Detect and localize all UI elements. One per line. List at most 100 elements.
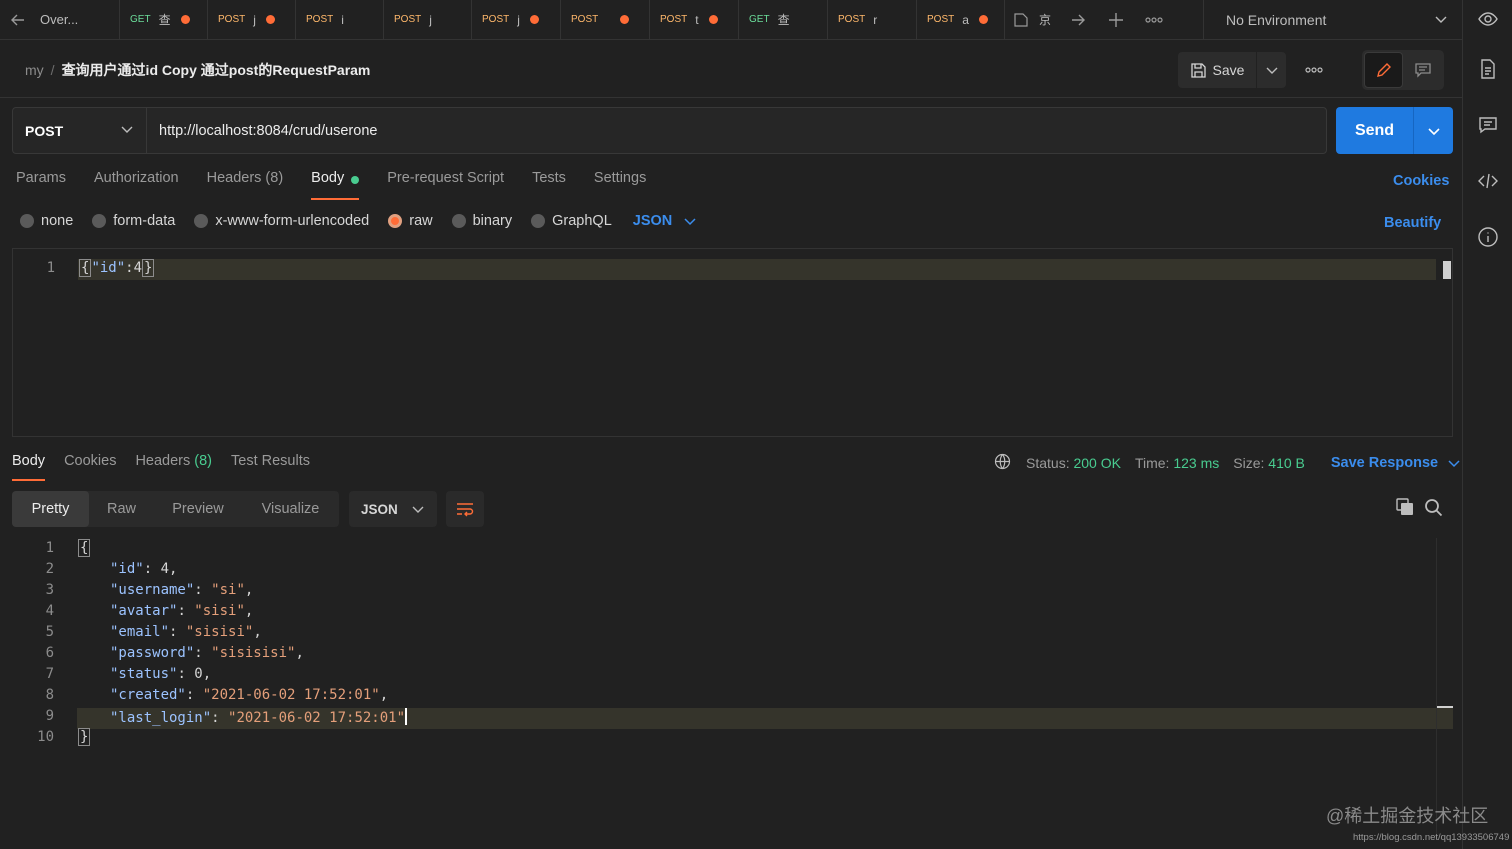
json-line[interactable]: "username": "si",: [110, 582, 253, 598]
comments-icon[interactable]: [1477, 114, 1499, 136]
time-info[interactable]: Time: 123 ms: [1135, 455, 1219, 471]
line-number: 9: [45, 708, 54, 724]
save-button[interactable]: Save: [1178, 52, 1256, 88]
forward-arrow-icon[interactable]: [1059, 0, 1097, 40]
json-line[interactable]: "last_login": "2021-06-02 17:52:01": [110, 708, 408, 726]
tab-headers[interactable]: Headers (8): [207, 170, 284, 200]
save-response-button[interactable]: Save Response: [1331, 455, 1460, 471]
documentation-icon[interactable]: [1477, 58, 1499, 80]
radio-circle[interactable]: [194, 214, 209, 228]
url-input[interactable]: [147, 108, 1326, 153]
open-tab-label: 京: [1039, 13, 1052, 27]
editor-scrollbar[interactable]: [1443, 261, 1451, 279]
body-type-none[interactable]: none: [20, 213, 73, 229]
request-tab[interactable]: GET 查: [739, 0, 828, 40]
response-scrollbar-track[interactable]: [1436, 538, 1437, 838]
radio-circle[interactable]: [451, 214, 466, 228]
status-info[interactable]: Status: 200 OK: [1026, 455, 1121, 471]
json-line[interactable]: "password": "sisisisi",: [110, 645, 304, 661]
tab-params[interactable]: Params: [16, 170, 66, 200]
request-tab[interactable]: GET 查: [120, 0, 208, 40]
response-tab-body[interactable]: Body: [12, 453, 46, 483]
method-select[interactable]: POST: [13, 108, 147, 153]
response-format-select[interactable]: JSON: [349, 491, 437, 527]
tab-method: POST: [571, 14, 599, 25]
wrap-lines-icon[interactable]: [446, 491, 484, 527]
beautify-link[interactable]: Beautify: [1384, 215, 1441, 231]
time-value: 123 ms: [1173, 455, 1220, 471]
view-tab-pretty[interactable]: Pretty: [12, 491, 89, 527]
json-line[interactable]: "id": 4,: [110, 561, 177, 577]
json-line[interactable]: "status": 0,: [110, 666, 211, 682]
radio-circle[interactable]: [531, 214, 546, 228]
breadcrumb-workspace[interactable]: my: [25, 62, 44, 78]
view-tab-preview[interactable]: Preview: [154, 491, 242, 527]
environment-select[interactable]: No Environment: [1203, 0, 1462, 40]
request-tab[interactable]: POST j: [472, 0, 561, 40]
json-line[interactable]: "email": "sisisi",: [110, 624, 262, 640]
request-body-line[interactable]: {"id":4}: [79, 259, 155, 277]
response-tab-test-results[interactable]: Test Results: [231, 453, 310, 483]
response-tab-cookies[interactable]: Cookies: [64, 453, 116, 483]
search-icon[interactable]: [1424, 498, 1443, 520]
radio-circle[interactable]: [388, 214, 403, 228]
code-icon[interactable]: [1477, 170, 1499, 192]
open-tab-icon[interactable]: 京: [1005, 0, 1059, 40]
tab-body[interactable]: Body: [311, 170, 360, 200]
view-tab-visualize[interactable]: Visualize: [242, 491, 339, 527]
body-language-select[interactable]: JSON: [633, 213, 697, 229]
info-icon[interactable]: [1477, 226, 1499, 248]
json-line[interactable]: {: [78, 539, 91, 557]
more-tabs-icon[interactable]: [1135, 0, 1173, 40]
chevron-down-icon: [120, 122, 134, 139]
send-button[interactable]: Send: [1336, 107, 1413, 154]
response-tab-headers[interactable]: Headers (8): [135, 453, 212, 483]
eye-icon[interactable]: [1477, 8, 1499, 30]
size-info[interactable]: Size: 410 B: [1233, 455, 1305, 471]
tab-tests[interactable]: Tests: [532, 170, 566, 200]
json-line[interactable]: "created": "2021-06-02 17:52:01",: [110, 687, 388, 703]
json-value: "sisisisi": [211, 645, 296, 661]
response-body-viewer[interactable]: 1{2 "id": 4, 3 "username": "si", 4 "avatar": …: [12, 538, 1453, 838]
request-tab[interactable]: POST i: [296, 0, 384, 40]
request-tab[interactable]: POST t: [650, 0, 739, 40]
tab-authorization[interactable]: Authorization: [94, 170, 179, 200]
send-options-button[interactable]: [1413, 107, 1453, 154]
json-brace: {: [79, 259, 92, 277]
request-tab[interactable]: POST j: [208, 0, 296, 40]
tab-pre-request-script[interactable]: Pre-request Script: [387, 170, 504, 200]
json-line[interactable]: }: [78, 728, 91, 746]
globe-icon[interactable]: [994, 453, 1011, 473]
request-tab[interactable]: POST r: [828, 0, 917, 40]
view-tab-raw[interactable]: Raw: [89, 491, 154, 527]
json-value: "2021-06-02 17:52:01": [228, 710, 406, 726]
body-type-raw[interactable]: raw: [388, 213, 433, 229]
radio-circle[interactable]: [20, 214, 34, 228]
json-key: "created": [110, 687, 186, 703]
tab-overview[interactable]: Over...: [36, 0, 120, 40]
request-tab[interactable]: POST a: [917, 0, 1005, 40]
edit-pencil-icon[interactable]: [1364, 52, 1403, 88]
request-tab[interactable]: POST: [561, 0, 650, 40]
save-icon: [1190, 62, 1206, 78]
comment-mode-icon[interactable]: [1403, 52, 1442, 88]
json-comma: ,: [169, 561, 178, 577]
json-key: "status": [110, 666, 178, 682]
back-arrow-icon[interactable]: [0, 0, 36, 40]
line-number: 1: [45, 540, 54, 556]
cookies-link[interactable]: Cookies: [1393, 173, 1449, 189]
new-tab-plus-icon[interactable]: [1097, 0, 1135, 40]
request-body-editor[interactable]: 1 {"id":4}: [12, 248, 1453, 437]
save-options-button[interactable]: [1257, 52, 1286, 88]
tab-settings[interactable]: Settings: [594, 170, 646, 200]
json-line[interactable]: "avatar": "sisi",: [110, 603, 253, 619]
body-type-x-www-form-urlencoded[interactable]: x-www-form-urlencoded: [194, 213, 369, 229]
request-title[interactable]: 查询用户通过id Copy 通过post的RequestParam: [62, 60, 371, 80]
body-type-binary[interactable]: binary: [451, 213, 512, 229]
body-type-graphql[interactable]: GraphQL: [531, 213, 612, 229]
body-type-form-data[interactable]: form-data: [92, 213, 175, 229]
request-tab[interactable]: POST j: [384, 0, 472, 40]
radio-circle[interactable]: [92, 214, 107, 228]
copy-icon[interactable]: [1396, 498, 1414, 519]
more-options-icon[interactable]: [1300, 58, 1328, 82]
